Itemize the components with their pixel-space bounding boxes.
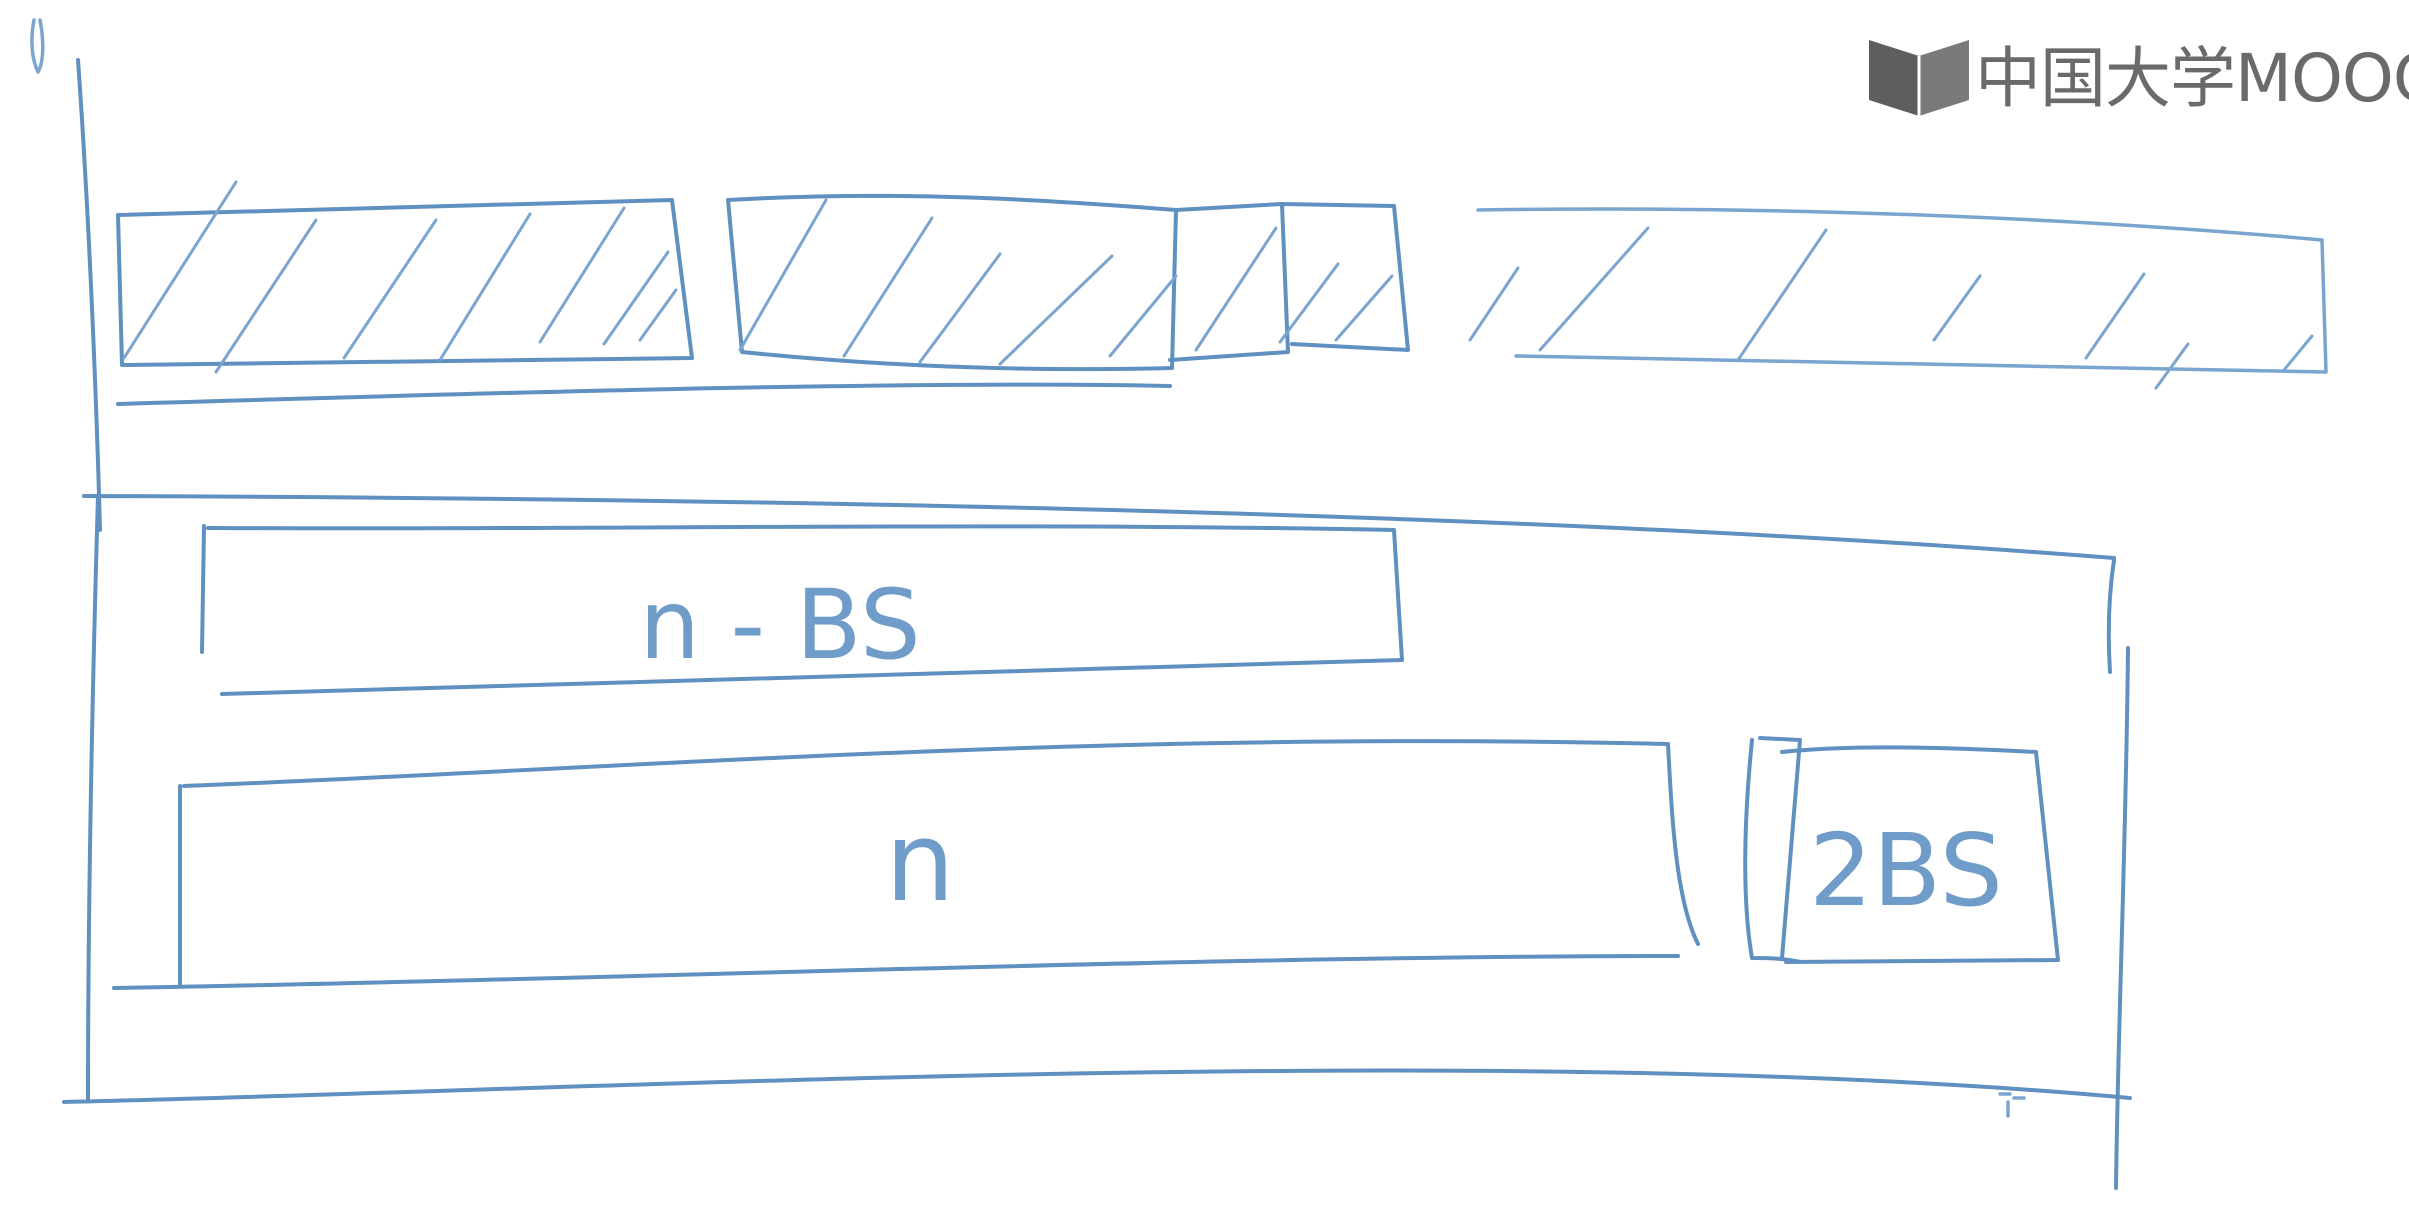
label-n: n bbox=[885, 798, 955, 926]
frame-bottom-line bbox=[62, 1068, 2132, 1104]
frame-right-line-lower bbox=[2114, 646, 2130, 1190]
sketch-diagram: n - BS n 2BS bbox=[30, 18, 2328, 1190]
frame-left-line bbox=[86, 494, 100, 1102]
label-n-minus-bs: n - BS bbox=[639, 569, 921, 681]
hatched-segment-5 bbox=[1476, 207, 2328, 374]
logo-text: 中国大学MOOC bbox=[1975, 40, 2409, 117]
book-logo-icon bbox=[1869, 40, 1969, 116]
stray-mark bbox=[30, 18, 45, 74]
left-axis-line bbox=[76, 58, 102, 532]
cursor-mark bbox=[1998, 1092, 2026, 1118]
hatched-segment-2 bbox=[726, 193, 1178, 372]
frame-right-line bbox=[2106, 558, 2116, 674]
label-2bs: 2BS bbox=[1809, 812, 2003, 929]
hatched-row-underline bbox=[116, 382, 1172, 406]
hatched-segment-3 bbox=[1168, 202, 1290, 362]
hatched-row bbox=[116, 180, 2328, 406]
mooc-logo: 中国大学MOOC bbox=[1865, 34, 2409, 124]
whiteboard-canvas: n - BS n 2BS 中国大学MOOC bbox=[0, 0, 2409, 1218]
